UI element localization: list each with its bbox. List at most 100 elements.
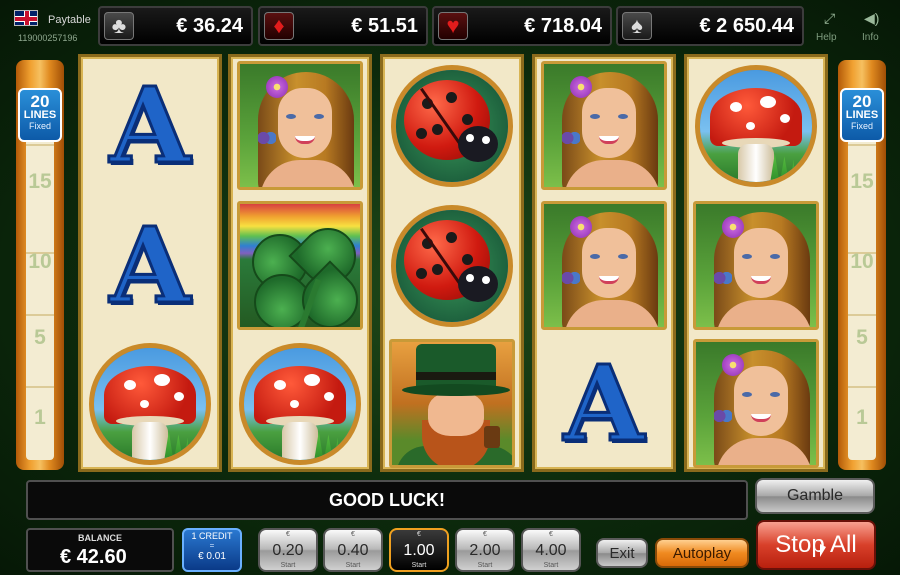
stop-all-button[interactable]: Stop All bbox=[756, 520, 876, 570]
bet-start-label: Start bbox=[411, 562, 427, 569]
balance-label: BALANCE bbox=[78, 533, 122, 543]
line-marker-1: 1 bbox=[856, 406, 868, 429]
bet-button-4-00[interactable]: € 4.00 Start bbox=[521, 528, 581, 572]
reel-1: AA bbox=[78, 54, 222, 472]
info-link[interactable]: Info bbox=[862, 32, 879, 43]
reel-cell bbox=[81, 335, 219, 472]
line-marker-1: 1 bbox=[34, 406, 46, 429]
bet-start-label: Start bbox=[477, 562, 493, 569]
lines-mode: Fixed bbox=[28, 121, 51, 131]
mouse-cursor-icon bbox=[820, 544, 826, 557]
reel-cell bbox=[535, 57, 673, 194]
reel-cell bbox=[383, 57, 521, 194]
paytable-link[interactable]: Paytable bbox=[48, 14, 91, 26]
lines-badge: 20 LINES Fixed bbox=[840, 88, 884, 142]
bet-currency: € bbox=[351, 531, 355, 538]
top-bar: Paytable 119000257196 ♣ € 36.24 ♦ € 51.5… bbox=[0, 0, 900, 50]
line-marker-15: 15 bbox=[850, 170, 874, 193]
fairy-symbol bbox=[693, 201, 819, 330]
autoplay-button[interactable]: Autoplay bbox=[655, 538, 749, 568]
jackpot-clubs-value: € 36.24 bbox=[176, 15, 243, 37]
spades-icon: ♠ bbox=[622, 12, 652, 40]
jackpot-spades-value: € 2 650.44 bbox=[699, 15, 794, 37]
reel-cell bbox=[687, 335, 825, 472]
bet-button-1-00[interactable]: € 1.00 Start bbox=[389, 528, 449, 572]
reel-5 bbox=[684, 54, 828, 472]
lines-indicator-right: 20 LINES Fixed 15 10 5 1 bbox=[838, 60, 886, 470]
mushroom-symbol bbox=[239, 342, 361, 465]
reel-2 bbox=[228, 54, 372, 472]
sound-icon[interactable]: ◀) bbox=[864, 10, 879, 27]
reel-3 bbox=[380, 54, 524, 472]
line-marker-10: 10 bbox=[850, 250, 874, 273]
reel-cell bbox=[687, 57, 825, 194]
credit-value: € 0.01 bbox=[198, 550, 226, 562]
credit-equals: = bbox=[209, 540, 215, 550]
reel-cell bbox=[535, 197, 673, 334]
balance-value: € 42.60 bbox=[60, 546, 127, 568]
jackpot-diamonds: ♦ € 51.51 bbox=[258, 6, 428, 46]
ace-symbol: A bbox=[562, 341, 646, 467]
jackpot-clubs: ♣ € 36.24 bbox=[98, 6, 253, 46]
reel-cell bbox=[687, 197, 825, 334]
credit-value-button[interactable]: 1 CREDIT = € 0.01 bbox=[182, 528, 242, 572]
balance-display: BALANCE € 42.60 bbox=[26, 528, 174, 572]
jackpot-hearts: ♥ € 718.04 bbox=[432, 6, 612, 46]
lines-indicator-left: 20 LINES Fixed 15 10 5 1 bbox=[16, 60, 64, 470]
help-link[interactable]: Help bbox=[816, 32, 837, 43]
line-marker-10: 10 bbox=[28, 250, 52, 273]
lines-badge: 20 LINES Fixed bbox=[18, 88, 62, 142]
message-bar: GOOD LUCK! bbox=[26, 480, 748, 520]
language-flag-icon[interactable] bbox=[14, 10, 38, 26]
bet-currency: € bbox=[417, 531, 421, 538]
mushroom-symbol bbox=[89, 342, 211, 465]
bet-value: 4.00 bbox=[535, 542, 567, 559]
bet-button-0-20[interactable]: € 0.20 Start bbox=[258, 528, 318, 572]
lines-count: 20 bbox=[30, 92, 50, 111]
bet-start-label: Start bbox=[543, 562, 559, 569]
bet-currency: € bbox=[549, 531, 553, 538]
reel-cell: A bbox=[81, 197, 219, 334]
hearts-icon: ♥ bbox=[438, 12, 468, 40]
clover-symbol bbox=[237, 201, 363, 330]
ladybug-symbol bbox=[391, 64, 513, 187]
gamble-button[interactable]: Gamble bbox=[755, 478, 875, 514]
ace-symbol: A bbox=[108, 63, 192, 189]
lines-mode: Fixed bbox=[850, 121, 873, 131]
exit-button[interactable]: Exit bbox=[596, 538, 648, 568]
bet-value: 1.00 bbox=[403, 542, 435, 559]
jackpot-hearts-value: € 718.04 bbox=[524, 15, 602, 37]
jackpot-spades: ♠ € 2 650.44 bbox=[616, 6, 804, 46]
fairy-symbol bbox=[541, 61, 667, 190]
reel-cell bbox=[383, 335, 521, 472]
ladybug-symbol bbox=[391, 204, 513, 327]
lines-word: LINES bbox=[23, 109, 57, 121]
jackpot-diamonds-value: € 51.51 bbox=[351, 15, 418, 37]
mushroom-symbol bbox=[695, 64, 817, 187]
bet-currency: € bbox=[483, 531, 487, 538]
reel-cell: A bbox=[535, 335, 673, 472]
leprechaun-symbol bbox=[389, 339, 515, 468]
fairy-symbol bbox=[237, 61, 363, 190]
reel-cell: A bbox=[81, 57, 219, 194]
reel-cell bbox=[231, 57, 369, 194]
fullscreen-icon[interactable]: ⤢ bbox=[824, 10, 835, 27]
fairy-symbol bbox=[541, 201, 667, 330]
bet-value: 0.20 bbox=[272, 542, 304, 559]
reel-cell bbox=[231, 335, 369, 472]
bet-button-2-00[interactable]: € 2.00 Start bbox=[455, 528, 515, 572]
bet-start-label: Start bbox=[280, 562, 296, 569]
bet-value: 0.40 bbox=[337, 542, 369, 559]
line-marker-5: 5 bbox=[856, 326, 868, 349]
session-id: 119000257196 bbox=[18, 33, 78, 43]
reel-cell bbox=[383, 197, 521, 334]
lines-count: 20 bbox=[852, 92, 872, 111]
reel-4: A bbox=[532, 54, 676, 472]
fairy-symbol bbox=[693, 339, 819, 468]
top-right-controls: ⤢ ◀) Help Info bbox=[810, 8, 890, 48]
bet-button-0-40[interactable]: € 0.40 Start bbox=[323, 528, 383, 572]
diamonds-icon: ♦ bbox=[264, 12, 294, 40]
clubs-icon: ♣ bbox=[104, 12, 134, 40]
bet-start-label: Start bbox=[345, 562, 361, 569]
bet-value: 2.00 bbox=[469, 542, 501, 559]
